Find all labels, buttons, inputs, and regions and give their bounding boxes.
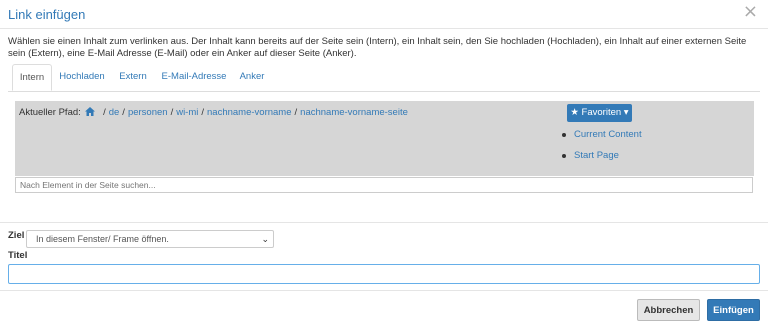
path-separator: / — [122, 107, 125, 118]
home-icon[interactable] — [85, 107, 96, 119]
divider — [0, 222, 768, 223]
target-select[interactable]: In diesem Fenster/ Frame öffnen. ⌄ — [26, 230, 274, 248]
dialog-footer: Abbrechen Einfügen — [0, 290, 768, 325]
chevron-down-icon: ⌄ — [261, 234, 269, 244]
tab-email[interactable]: E-Mail-Adresse — [156, 64, 232, 90]
link-type-tabs: Intern Hochladen Extern E-Mail-Adresse A… — [8, 64, 760, 92]
tab-anker[interactable]: Anker — [235, 64, 269, 90]
target-label: Ziel — [8, 230, 25, 241]
favorite-item-start-page[interactable]: Start Page — [562, 150, 642, 162]
dialog-header: Link einfügen × — [0, 0, 768, 29]
breadcrumb: Aktueller Pfad: / de / personen / wi-mi / nachn… — [19, 107, 408, 119]
element-search-input[interactable] — [15, 177, 753, 193]
path-separator: / — [201, 107, 205, 118]
path-separator: / — [170, 107, 174, 118]
target-selected-value: In diesem Fenster/ Frame öffnen. — [36, 234, 169, 244]
path-separator: / — [103, 107, 106, 118]
path-label: Aktueller Pfad: — [19, 107, 81, 118]
path-segment-wi-mi[interactable]: wi-mi — [176, 107, 198, 118]
favorite-label: Start Page — [574, 150, 619, 161]
intro-text: Wählen sie einen Inhalt zum verlinken au… — [8, 36, 747, 59]
title-label: Titel — [8, 250, 28, 261]
path-segment-nachname-vorname-seite[interactable]: nachname-vorname-seite — [300, 107, 408, 118]
dialog-title: Link einfügen — [8, 7, 86, 22]
cancel-button[interactable]: Abbrechen — [637, 299, 700, 321]
bullet-icon — [562, 133, 566, 137]
tab-extern[interactable]: Extern — [113, 64, 153, 90]
path-segment-personen[interactable]: personen — [128, 107, 168, 118]
path-segment-de[interactable]: de — [109, 107, 120, 118]
insert-button[interactable]: Einfügen — [707, 299, 760, 321]
path-separator: / — [294, 107, 298, 118]
title-input[interactable] — [8, 264, 760, 284]
favorites-dropdown-button[interactable]: ★ Favoriten ▾ — [567, 104, 632, 122]
favorite-label: Current Content — [574, 129, 642, 140]
tab-intern[interactable]: Intern — [12, 64, 52, 91]
tab-hochladen[interactable]: Hochladen — [55, 64, 109, 90]
close-icon[interactable]: × — [743, 1, 758, 22]
favorites-list: Current Content Start Page — [562, 129, 642, 171]
path-segment-nachname-vorname[interactable]: nachname-vorname — [207, 107, 292, 118]
favorite-item-current-content[interactable]: Current Content — [562, 129, 642, 141]
link-insert-dialog: Link einfügen × Wählen sie einen Inhalt … — [0, 0, 768, 324]
internal-link-panel: Aktueller Pfad: / de / personen / wi-mi / nachn… — [15, 101, 754, 176]
bullet-icon — [562, 154, 566, 158]
